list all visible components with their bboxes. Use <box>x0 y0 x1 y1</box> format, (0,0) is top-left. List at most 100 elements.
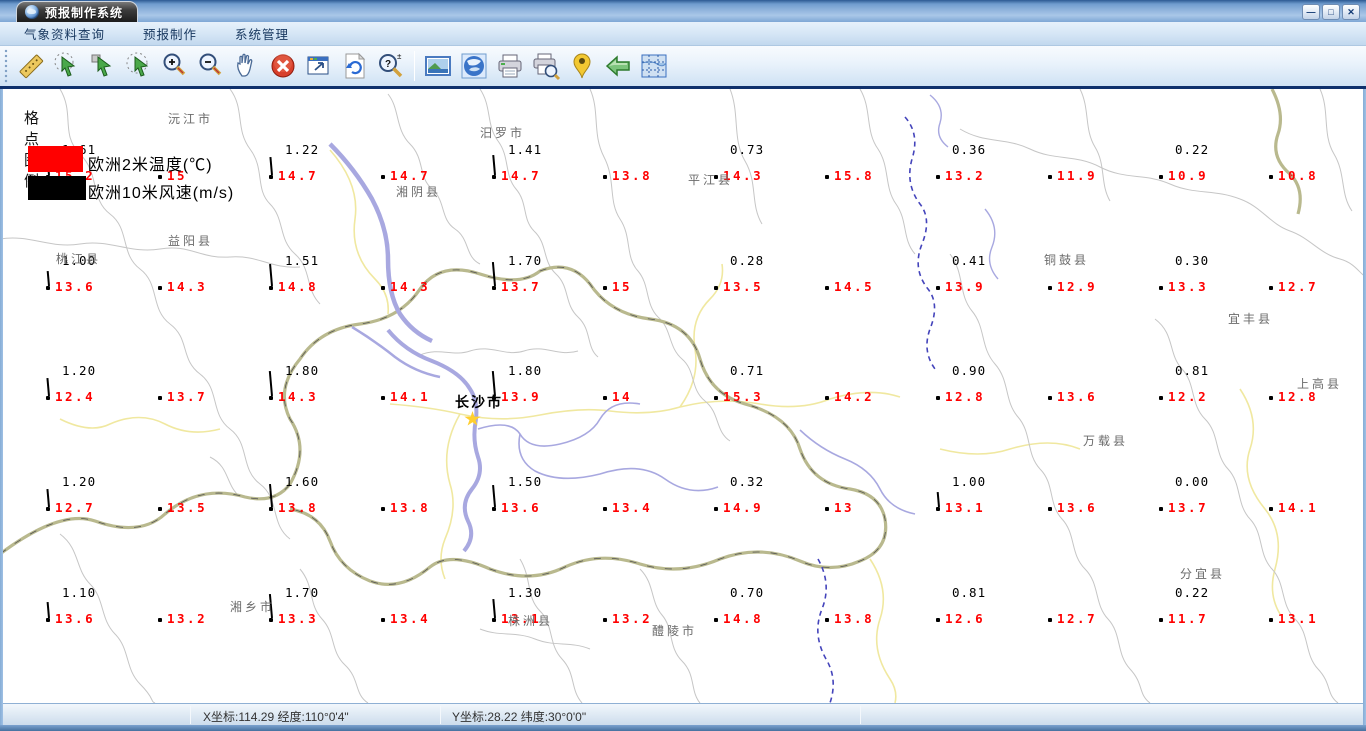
grid-point-dot <box>381 175 385 179</box>
grid-point-dot <box>269 396 273 400</box>
grid-point-dot <box>1269 286 1273 290</box>
grid-point-dot <box>269 175 273 179</box>
temperature-value: 12.8 <box>945 389 986 404</box>
temperature-value: 13.2 <box>612 611 653 626</box>
menu-forecast-production[interactable]: 预报制作 <box>131 21 209 46</box>
temperature-value: 12.7 <box>1278 279 1319 294</box>
back-arrow-icon[interactable] <box>600 48 636 84</box>
temperature-value: 12.6 <box>945 611 986 626</box>
wind-speed-value: 1.10 <box>62 585 97 600</box>
picture-export-icon[interactable] <box>420 48 456 84</box>
temperature-value: 14.3 <box>278 389 319 404</box>
temperature-value: 13.7 <box>1168 500 1209 515</box>
wind-speed-value: 0.73 <box>730 142 765 157</box>
grid-point-dot <box>492 618 496 622</box>
zoom-query-icon[interactable]: ? ± <box>373 48 409 84</box>
temperature-value: 14.1 <box>390 389 431 404</box>
pan-hand-icon[interactable] <box>229 48 265 84</box>
wind-speed-value: 1.51 <box>285 253 320 268</box>
wind-speed-value: 1.30 <box>508 585 543 600</box>
app-globe-icon <box>25 5 39 19</box>
county-label: 上高县 <box>1297 377 1343 391</box>
wind-speed-value: 0.41 <box>952 253 987 268</box>
select-area-dashed-icon[interactable] <box>121 48 157 84</box>
county-label: 汨罗市 <box>480 126 526 140</box>
grid-point-dot <box>46 507 50 511</box>
temperature-value: 14.9 <box>723 500 764 515</box>
wind-speed-value: 1.80 <box>508 363 543 378</box>
county-label: 万载县 <box>1083 434 1129 448</box>
grid-point-dot <box>936 286 940 290</box>
county-label: 沅江市 <box>168 112 214 126</box>
menu-bar: 气象资料查询 预报制作 系统管理 <box>0 22 1366 46</box>
temperature-value: 10.8 <box>1278 168 1319 183</box>
temperature-value: 14 <box>612 389 633 404</box>
grid-point-dot <box>1159 396 1163 400</box>
temperature-value: 13.2 <box>945 168 986 183</box>
select-feature-dashed-icon[interactable] <box>49 48 85 84</box>
grid-point-dot <box>1048 396 1052 400</box>
print-icon[interactable] <box>492 48 528 84</box>
grid-point-dot <box>714 396 718 400</box>
temperature-value: 14.3 <box>167 279 208 294</box>
grid-point-dot <box>1269 618 1273 622</box>
grid-point-dot <box>381 396 385 400</box>
zoom-in-icon[interactable] <box>157 48 193 84</box>
temperature-value: 13.9 <box>945 279 986 294</box>
menu-system-management[interactable]: 系统管理 <box>223 21 301 46</box>
measure-ruler-icon[interactable] <box>13 48 49 84</box>
temperature-value: 13.6 <box>55 611 96 626</box>
grid-point-dot <box>825 507 829 511</box>
temperature-value: 13.1 <box>1278 611 1319 626</box>
status-separator <box>440 706 441 724</box>
county-label: 湘乡市 <box>230 600 276 614</box>
stop-cancel-icon[interactable] <box>265 48 301 84</box>
grid-point-dot <box>936 175 940 179</box>
wind-speed-value: 1.80 <box>285 363 320 378</box>
temperature-value: 14.7 <box>278 168 319 183</box>
grid-point-dot <box>714 286 718 290</box>
grid-point-dot <box>1048 175 1052 179</box>
wind-speed-value: 0.00 <box>1175 474 1210 489</box>
refresh-page-icon[interactable] <box>337 48 373 84</box>
legend-swatch-wind <box>28 176 86 200</box>
status-x-coordinate: X坐标:114.29 经度:110°0'4" <box>203 710 349 724</box>
menu-weather-data-query[interactable]: 气象资料查询 <box>12 21 117 46</box>
grid-point-dot <box>603 618 607 622</box>
minimize-button[interactable]: — <box>1302 4 1320 20</box>
grid-point-dot <box>269 286 273 290</box>
close-button[interactable]: ✕ <box>1342 4 1360 20</box>
region-grid-select-icon[interactable] <box>636 48 672 84</box>
grid-point-dot <box>269 507 273 511</box>
legend-label-wind: 欧洲10米风速(m/s) <box>88 185 235 202</box>
temperature-value: 11.9 <box>1057 168 1098 183</box>
window-frame-bottom <box>0 725 1366 731</box>
location-pin-icon[interactable] <box>564 48 600 84</box>
temperature-value: 14.7 <box>501 168 542 183</box>
temperature-value: 14.1 <box>1278 500 1319 515</box>
window-controls: — □ ✕ <box>1302 4 1360 20</box>
temperature-value: 15.3 <box>723 389 764 404</box>
temperature-value: 13.4 <box>612 500 653 515</box>
city-label: 长沙市 <box>455 394 503 410</box>
wind-speed-value: 1.70 <box>285 585 320 600</box>
grid-point-dot <box>46 396 50 400</box>
restore-button[interactable]: □ <box>1322 4 1340 20</box>
temperature-value: 13.8 <box>390 500 431 515</box>
window-export-icon[interactable] <box>301 48 337 84</box>
select-arrow-icon[interactable] <box>85 48 121 84</box>
grid-point-dot <box>492 175 496 179</box>
map-canvas[interactable]: 15.21.611514.71.2214.714.71.4113.814.30.… <box>0 89 1366 703</box>
zoom-out-icon[interactable] <box>193 48 229 84</box>
print-preview-icon[interactable] <box>528 48 564 84</box>
wind-speed-value: 0.22 <box>1175 142 1210 157</box>
grid-point-dot <box>492 286 496 290</box>
toolbar-grip[interactable] <box>3 49 9 83</box>
grid-point-dot <box>158 618 162 622</box>
grid-point-dot <box>46 286 50 290</box>
grid-point-dot <box>825 618 829 622</box>
globe-view-icon[interactable] <box>456 48 492 84</box>
grid-point-dot <box>158 396 162 400</box>
temperature-value: 14.5 <box>834 279 875 294</box>
svg-text:?: ? <box>385 59 391 70</box>
